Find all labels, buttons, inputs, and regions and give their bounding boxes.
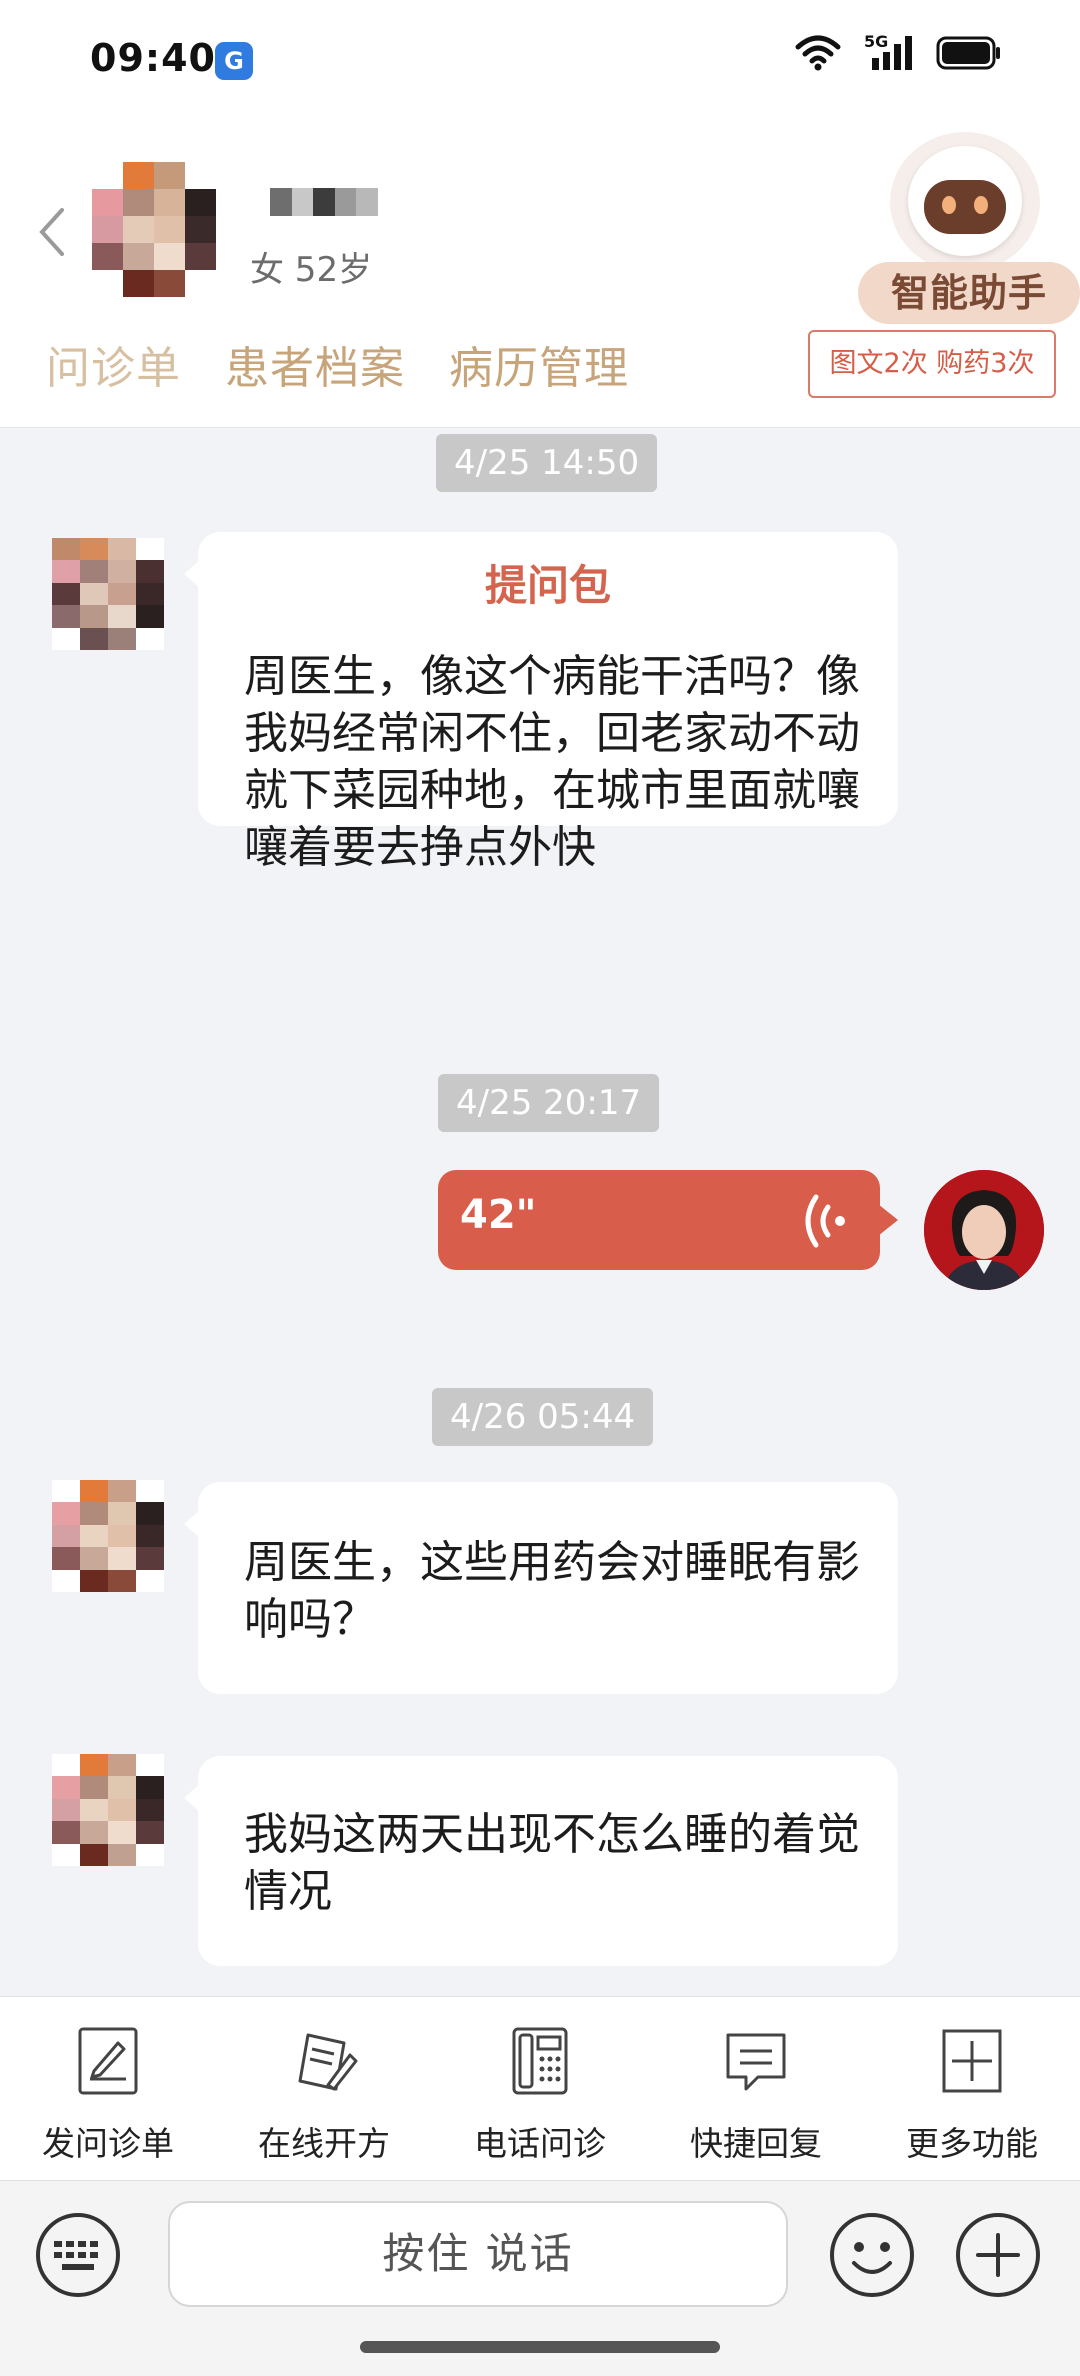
voice-wave-icon: [805, 1194, 845, 1248]
message-timestamp: 4/25 14:50: [436, 434, 658, 492]
tab-consultation-form[interactable]: 问诊单: [46, 332, 181, 396]
app-badge-icon: G: [215, 42, 253, 80]
add-attachment-icon[interactable]: [954, 2211, 1042, 2299]
battery-icon: [936, 36, 1000, 70]
message-text: 周医生，像这个病能干活吗？像我妈经常闲不住，回老家动不动就下菜园种地，在城市里面…: [244, 651, 860, 873]
chat-reply-icon: [726, 2033, 786, 2091]
smart-assistant-button[interactable]: 智能助手: [852, 122, 1080, 332]
voice-duration: 42": [460, 1192, 537, 1238]
tab-medical-history[interactable]: 病历管理: [449, 332, 629, 396]
status-icons: 5G: [794, 32, 1002, 72]
header-tabs: 问诊单 患者档案 病历管理: [46, 332, 629, 396]
home-indicator: [360, 2341, 720, 2353]
chat-bubble[interactable]: 我妈这两天出现不怎么睡的着觉情况: [184, 1756, 898, 1966]
form-icon: [78, 2027, 138, 2095]
patient-message-avatar[interactable]: [52, 1754, 164, 1866]
online-prescription-button[interactable]: 在线开方: [216, 1997, 432, 2180]
toolbar-label: 快捷回复: [690, 2124, 822, 2163]
more-functions-button[interactable]: 更多功能: [864, 1997, 1080, 2180]
cellular-signal-icon: 5G: [864, 32, 914, 72]
patient-message-avatar[interactable]: [52, 538, 164, 650]
patient-message-avatar[interactable]: [52, 1480, 164, 1592]
toolbar-label: 在线开方: [258, 2124, 390, 2163]
phone-consultation-button[interactable]: 电话问诊: [432, 1997, 648, 2180]
patient-name-blurred: [270, 188, 378, 216]
input-bar: 按住 说话: [0, 2180, 1080, 2376]
message-text: 周医生，这些用药会对睡眠有影响吗？: [244, 1537, 860, 1645]
chat-header: 女 52岁 问诊单 患者档案 病历管理 图文2次 购药3次 智能助手: [0, 110, 1080, 428]
toolbar-label: 发问诊单: [42, 2124, 174, 2163]
back-arrow-icon[interactable]: [34, 202, 70, 262]
message-timestamp: 4/26 05:44: [432, 1388, 654, 1446]
patient-avatar[interactable]: [92, 162, 216, 297]
prescription-icon: [298, 2033, 358, 2091]
chat-thread[interactable]: 4/25 14:50 提问包 周医生，像这个病能干活吗？像我妈经常闲不住，回老家…: [0, 428, 1080, 1996]
phone-icon: [512, 2027, 568, 2095]
toolbar-label: 电话问诊: [474, 2124, 606, 2163]
patient-gender-age: 女 52岁: [250, 250, 373, 290]
plus-square-icon: [942, 2029, 1002, 2093]
hold-to-talk-button[interactable]: 按住 说话: [168, 2201, 788, 2307]
message-timestamp: 4/25 20:17: [438, 1074, 660, 1132]
question-package-bubble[interactable]: 提问包 周医生，像这个病能干活吗？像我妈经常闲不住，回老家动不动就下菜园种地，在…: [184, 532, 898, 873]
send-consultation-form-button[interactable]: 发问诊单: [0, 1997, 216, 2180]
toolbar-label: 更多功能: [906, 2124, 1038, 2163]
status-time: 09:40: [90, 36, 216, 80]
wifi-icon: [795, 35, 841, 71]
doctor-avatar[interactable]: [924, 1170, 1044, 1290]
assistant-label: 智能助手: [858, 262, 1080, 324]
keyboard-icon[interactable]: [34, 2211, 122, 2299]
quick-reply-button[interactable]: 快捷回复: [648, 1997, 864, 2180]
voice-message-bubble[interactable]: 42": [438, 1170, 898, 1270]
tab-patient-records[interactable]: 患者档案: [225, 332, 405, 396]
chat-bubble[interactable]: 周医生，这些用药会对睡眠有影响吗？: [184, 1482, 898, 1694]
status-bar: 09:40 G 5G: [0, 0, 1080, 110]
emoji-icon[interactable]: [828, 2211, 916, 2299]
quick-actions-toolbar: 发问诊单 在线开方 电话问诊 快捷回复 更多功能: [0, 1996, 1080, 2180]
message-text: 我妈这两天出现不怎么睡的着觉情况: [244, 1809, 860, 1917]
service-quota-badge[interactable]: 图文2次 购药3次: [808, 330, 1056, 398]
question-package-title: 提问包: [484, 561, 611, 610]
